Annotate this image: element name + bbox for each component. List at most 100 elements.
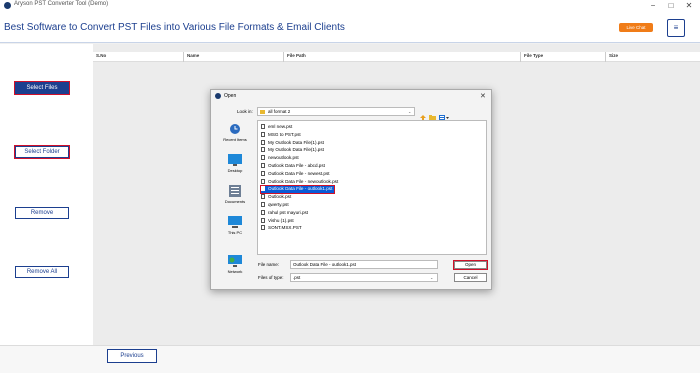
computer-icon xyxy=(228,215,242,228)
look-in-value: all format 2 xyxy=(268,109,291,114)
file-name: Outlook Data File - newest.pst xyxy=(268,170,330,176)
place-label: Recent Items xyxy=(223,137,247,142)
column-divider xyxy=(183,52,184,62)
app-header: Best Software to Convert PST Files into … xyxy=(0,13,700,43)
cancel-button[interactable]: Cancel xyxy=(454,273,487,282)
file-list-item[interactable]: Vishu (1).pst xyxy=(261,217,294,225)
dialog-title: Open xyxy=(224,93,237,99)
page-title: Best Software to Convert PST Files into … xyxy=(4,22,345,33)
file-list-item[interactable]: rahul pst mayuri.pst xyxy=(261,209,309,217)
file-name-input[interactable]: Outlook Data File - outlook1.pst xyxy=(290,260,438,269)
file-icon xyxy=(261,131,265,137)
documents-icon xyxy=(228,184,242,197)
open-button[interactable]: Open xyxy=(453,260,488,270)
view-menu-icon[interactable] xyxy=(439,108,449,121)
file-list-item[interactable]: MSG to PST.pst xyxy=(261,131,301,139)
file-name: My Outlook Data File(1).pst xyxy=(268,139,324,145)
file-list-item[interactable]: eml new.pst xyxy=(261,124,292,131)
menu-button[interactable]: ≡ xyxy=(667,19,685,37)
file-list-item[interactable]: Outlook Data File - abcd.pst xyxy=(261,163,325,170)
file-icon xyxy=(261,217,265,223)
file-list-item[interactable]: Outlook Data File - newoutlook.pst xyxy=(261,178,339,186)
file-list-item[interactable]: newoutlook.pst xyxy=(261,155,299,162)
look-in-label: Look in: xyxy=(237,109,253,114)
app-logo-icon xyxy=(4,2,11,9)
file-type-select[interactable]: .pst ⌄ xyxy=(290,273,438,282)
place-documents[interactable]: Documents xyxy=(217,184,253,210)
place-label: Network xyxy=(227,269,243,274)
column-header-file-path: File Path xyxy=(287,53,306,58)
file-name: Outlook Data File - newoutlook.pst xyxy=(268,178,339,184)
window-title: Aryson PST Converter Tool (Demo) xyxy=(14,1,109,7)
column-header-size: Size xyxy=(609,53,619,58)
file-name: My Outlook Data File(1).pst xyxy=(268,147,324,153)
place-label: Documents xyxy=(224,199,246,204)
dialog-close-button[interactable]: ✕ xyxy=(480,92,486,100)
previous-button[interactable]: Previous xyxy=(107,349,157,363)
file-list-item[interactable]: My Outlook Data File(1).pst xyxy=(261,139,324,147)
file-list-item-selected[interactable]: Outlook Data File - outlook1.pst xyxy=(259,185,336,195)
file-list-item[interactable]: My Outlook Data File(1).pst xyxy=(261,147,324,154)
file-type-value: .pst xyxy=(293,275,301,280)
minimize-button[interactable]: − xyxy=(646,0,660,13)
dialog-title-bar: Open ✕ xyxy=(211,90,491,104)
folder-icon xyxy=(260,110,265,114)
file-name: rahul pst mayuri.pst xyxy=(268,209,309,215)
column-header-name: Name xyxy=(187,53,200,58)
file-name: newoutlook.pst xyxy=(268,155,299,161)
file-icon xyxy=(261,209,265,215)
table-header: S.No Name File Path File Type Size xyxy=(93,52,700,62)
select-folder-button[interactable]: Select Folder xyxy=(14,145,70,159)
file-icon xyxy=(261,139,265,145)
place-desktop[interactable]: Desktop xyxy=(217,153,253,179)
up-folder-icon[interactable] xyxy=(420,108,426,121)
places-bar: Recent Items Desktop Documents This PC N… xyxy=(217,122,253,282)
recent-items-icon xyxy=(228,122,242,134)
select-files-button[interactable]: Select Files xyxy=(14,81,70,95)
file-icon xyxy=(261,155,265,161)
place-network[interactable]: Network xyxy=(217,254,253,280)
file-type-label: Files of type: xyxy=(258,275,284,280)
file-name-label: File name: xyxy=(258,262,280,267)
file-name: Outlook.pst xyxy=(268,194,292,200)
column-divider xyxy=(283,52,284,62)
file-name: Outlook Data File - outlook1.pst xyxy=(268,186,333,192)
look-in-dropdown[interactable]: all format 2 ⌄ xyxy=(257,107,415,116)
place-label: This PC xyxy=(227,230,243,235)
file-icon xyxy=(261,147,265,153)
column-divider xyxy=(605,52,606,62)
file-icon xyxy=(261,194,265,200)
close-button[interactable]: ✕ xyxy=(682,0,696,13)
file-name: SONT.MSX.PST xyxy=(268,225,302,231)
file-list-item[interactable]: qwerty.pst xyxy=(261,202,289,209)
file-name: MSG to PST.pst xyxy=(268,131,301,137)
place-recent-items[interactable]: Recent Items xyxy=(217,122,253,148)
chevron-down-icon: ⌄ xyxy=(408,109,412,114)
remove-button[interactable]: Remove xyxy=(15,207,69,219)
column-divider xyxy=(520,52,521,62)
place-label: Desktop xyxy=(227,168,243,173)
place-this-pc[interactable]: This PC xyxy=(217,215,253,241)
file-name: eml new.pst xyxy=(268,124,293,129)
column-header-sno: S.No xyxy=(96,53,107,58)
file-name: qwerty.pst xyxy=(268,202,289,207)
file-icon xyxy=(261,225,265,231)
remove-all-button[interactable]: Remove All xyxy=(15,266,69,278)
file-icon xyxy=(261,186,265,192)
file-name: Outlook Data File - abcd.pst xyxy=(268,163,325,168)
column-header-file-type: File Type xyxy=(524,53,544,58)
new-folder-icon[interactable] xyxy=(429,108,436,121)
file-list-item[interactable]: Outlook.pst xyxy=(261,194,291,201)
live-chat-button[interactable]: Live Chat xyxy=(619,23,653,32)
chevron-down-icon: ⌄ xyxy=(430,275,434,280)
file-icon xyxy=(261,163,265,168)
file-icon xyxy=(261,170,265,176)
file-icon xyxy=(261,202,265,207)
file-list-item[interactable]: Outlook Data File - newest.pst xyxy=(261,170,330,178)
file-icon xyxy=(261,124,265,129)
open-file-dialog: Open ✕ Look in: all format 2 ⌄ Recent It… xyxy=(210,89,492,290)
maximize-button[interactable]: □ xyxy=(664,0,678,13)
desktop-icon xyxy=(228,153,242,166)
file-list-item[interactable]: SONT.MSX.PST xyxy=(261,225,302,232)
file-list[interactable]: eml new.pst MSG to PST.pst My Outlook Data… xyxy=(257,120,487,255)
